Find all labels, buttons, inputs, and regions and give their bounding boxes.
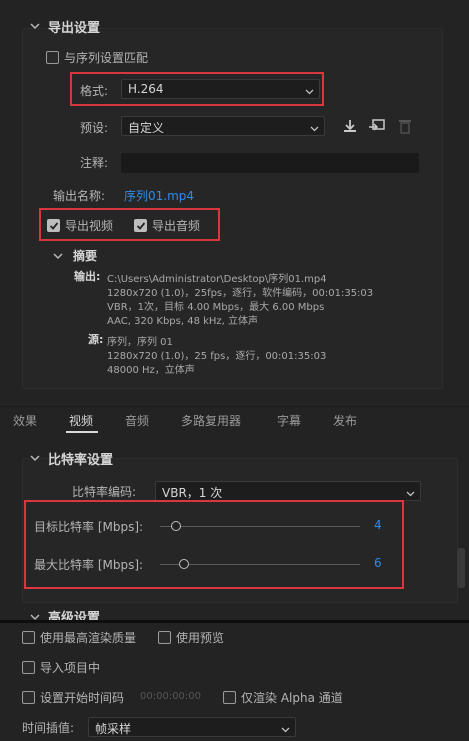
- summary-output-line: AAC, 320 Kbps, 48 kHz, 立体声: [107, 316, 259, 327]
- bitrate-section-title: 比特率设置: [48, 453, 114, 468]
- import-into-project-checkbox[interactable]: [22, 661, 35, 674]
- summary-source-line: 序列，序列 01: [107, 337, 173, 348]
- max-bitrate-slider[interactable]: [179, 559, 189, 569]
- chevron-down-icon: [310, 122, 319, 136]
- collapse-bitrate-icon[interactable]: [30, 453, 40, 463]
- summary-output-line: 1280x720 (1.0)，25fps，逐行，软件编码，00:01:35:03: [107, 288, 374, 299]
- export-audio-checkbox[interactable]: [134, 219, 147, 232]
- delete-preset-icon[interactable]: [398, 118, 412, 137]
- start-timecode-value[interactable]: 00:00:00:00: [140, 691, 201, 702]
- time-interpolation-label: 时间插值:: [22, 721, 75, 735]
- save-preset-icon[interactable]: [342, 118, 358, 137]
- tab-publish[interactable]: 发布: [333, 412, 357, 429]
- tab-audio[interactable]: 音频: [125, 412, 149, 429]
- export-audio-label[interactable]: 导出音频: [152, 217, 200, 234]
- format-value: H.264: [128, 82, 164, 96]
- chevron-down-icon: [305, 85, 314, 99]
- import-into-project-label[interactable]: 导入项目中: [40, 659, 100, 676]
- match-sequence-label[interactable]: 与序列设置匹配: [64, 49, 148, 66]
- vertical-scrollbar[interactable]: [457, 548, 465, 588]
- collapse-export-settings-icon[interactable]: [30, 21, 40, 31]
- bitrate-encoding-dropdown[interactable]: VBR，1 次: [155, 481, 421, 501]
- set-start-timecode-checkbox[interactable]: [22, 691, 35, 704]
- collapse-summary-icon[interactable]: [53, 251, 63, 261]
- summary-output-line: C:\Users\Administrator\Desktop\序列01.mp4: [107, 274, 327, 285]
- tab-video[interactable]: 视频: [69, 412, 93, 429]
- max-bitrate-value[interactable]: 6: [374, 556, 382, 570]
- tab-bar-top-divider: [0, 406, 469, 407]
- render-alpha-only-checkbox[interactable]: [223, 691, 236, 704]
- chevron-down-icon: [281, 723, 290, 737]
- tab-captions[interactable]: 字幕: [277, 412, 301, 429]
- export-video-label[interactable]: 导出视频: [65, 217, 113, 234]
- format-label: 格式:: [80, 84, 109, 98]
- target-bitrate-label: 目标比特率 [Mbps]:: [34, 520, 144, 534]
- summary-source-line: 48000 Hz，立体声: [107, 365, 195, 376]
- export-video-checkbox[interactable]: [47, 219, 60, 232]
- max-render-quality-checkbox[interactable]: [22, 631, 35, 644]
- chevron-down-icon: [406, 487, 415, 501]
- summary-source-label: 源:: [88, 333, 104, 346]
- tab-video-underline: [66, 431, 98, 433]
- comments-field[interactable]: [121, 153, 419, 173]
- summary-source-line: 1280x720 (1.0)，25 fps，逐行，00:01:35:03: [107, 351, 327, 362]
- match-sequence-checkbox[interactable]: [46, 51, 59, 64]
- export-settings-title: 导出设置: [48, 21, 101, 36]
- tab-effects[interactable]: 效果: [13, 412, 37, 429]
- max-bitrate-label: 最大比特率 [Mbps]:: [34, 558, 144, 572]
- tab-multiplexer[interactable]: 多路复用器: [181, 412, 241, 429]
- time-interpolation-value: 帧采样: [95, 722, 132, 736]
- target-bitrate-value[interactable]: 4: [374, 518, 382, 532]
- time-interpolation-dropdown[interactable]: 帧采样: [88, 717, 296, 737]
- format-dropdown[interactable]: H.264: [121, 79, 320, 99]
- bitrate-sliders-highlight-box: [24, 500, 404, 589]
- max-render-quality-label[interactable]: 使用最高渲染质量: [40, 629, 136, 646]
- max-bitrate-track: [160, 564, 360, 565]
- preset-dropdown[interactable]: 自定义: [121, 116, 325, 136]
- use-previews-checkbox[interactable]: [158, 631, 171, 644]
- preset-label: 预设:: [80, 121, 109, 135]
- summary-output-line: VBR，1次，目标 4.00 Mbps，最大 6.00 Mbps: [107, 302, 325, 313]
- output-name-label: 输出名称:: [53, 189, 106, 203]
- summary-title: 摘要: [73, 249, 98, 263]
- output-name-link[interactable]: 序列01.mp4: [124, 187, 194, 204]
- bitrate-encoding-value: VBR，1 次: [162, 486, 223, 500]
- summary-output-label: 输出:: [74, 270, 101, 283]
- bitrate-encoding-label: 比特率编码:: [72, 485, 137, 499]
- import-preset-icon[interactable]: [368, 118, 386, 137]
- set-start-timecode-label[interactable]: 设置开始时间码: [40, 689, 124, 706]
- preset-value: 自定义: [128, 121, 165, 135]
- render-alpha-only-label[interactable]: 仅渲染 Alpha 通道: [241, 689, 343, 706]
- target-bitrate-track: [160, 526, 360, 527]
- comments-label: 注释:: [80, 156, 109, 170]
- target-bitrate-slider[interactable]: [171, 521, 181, 531]
- use-previews-label[interactable]: 使用预览: [176, 629, 224, 646]
